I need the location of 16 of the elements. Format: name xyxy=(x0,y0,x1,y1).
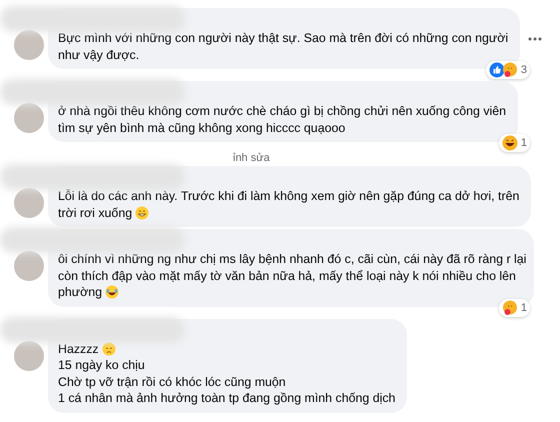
comment-text: ôi chính vì những ng như chị ms lây bệnh nhanh đó c, cãi cùn, cái này đã rõ ràng r lại xyxy=(58,251,526,268)
comment-text: Lỗi là do các anh này. Trước khi đi làm không xem giờ nên gặp đúng ca dở hơi, trên xyxy=(58,188,520,204)
reaction-count[interactable]: 1 xyxy=(498,134,530,152)
comment-text: 15 ngày ko chịu xyxy=(58,357,145,374)
comment-text: phường xyxy=(58,284,102,300)
comment-text: như vậy được. xyxy=(58,46,140,63)
reaction-count[interactable]: 3 xyxy=(486,61,530,79)
comment-text: 1 cá nhân mà ảnh hưởng toàn tp đang gồng mình chống dịch xyxy=(58,390,396,406)
comment-text: Bực mình với những con người này thật sự. Sao mà trên đời có những con người xyxy=(58,30,508,46)
comment-text: Chờ tp vỡ trận rồi có khóc lóc cũng muộn xyxy=(58,374,286,390)
comment-text: tìm sự yên bình mà cũng không xong hicccc quạooo xyxy=(58,120,346,136)
comment-text: còn thích đập vào mặt mấy tờ văn bản nữa hả, mấy thể loại này k nói nhiều cho lên xyxy=(58,268,516,284)
comment-text: ở nhà ngồi thêu không cơm nước chè cháo gì bị chồng chửi nên xuống công viên xyxy=(58,103,506,120)
comment-meta: ỉnh sửa xyxy=(232,152,271,164)
comment-text: trời rơi xuống xyxy=(58,204,132,221)
comment-text: Hazzzz xyxy=(58,340,99,357)
